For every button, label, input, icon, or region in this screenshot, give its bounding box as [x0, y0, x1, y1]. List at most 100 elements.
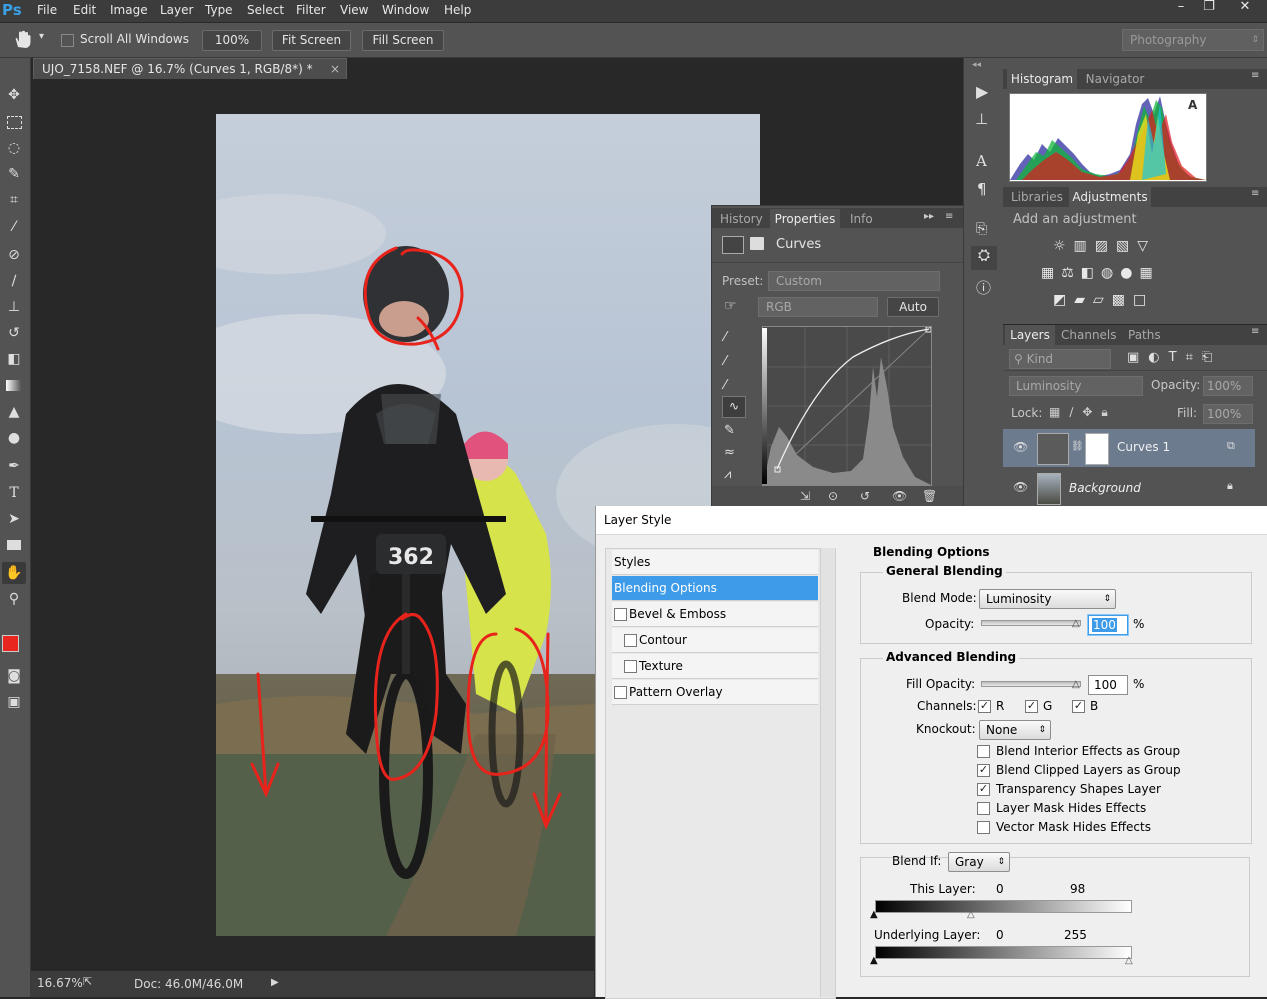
this-layer-gradient-slider[interactable] — [875, 900, 1132, 913]
move-tool-icon[interactable]: ✥ — [2, 84, 26, 106]
zoom-100-button[interactable]: 100% — [202, 30, 262, 51]
actions-icon[interactable]: ▶ — [976, 82, 988, 101]
adjustment-icons-row-3[interactable]: ◩▰▱▩□ — [1053, 292, 1154, 308]
menu-file[interactable]: File — [37, 3, 57, 17]
quick-selection-tool-icon[interactable]: ✎ — [2, 163, 26, 185]
quick-mask-icon[interactable]: ◙ — [2, 665, 26, 687]
clone-stamp-tool-icon[interactable]: ⊥ — [2, 296, 26, 318]
pattern-overlay-checkbox[interactable] — [614, 686, 627, 699]
adjustment-icons-row-1[interactable]: ☼▥▨▧▽ — [1053, 238, 1156, 254]
contour-checkbox[interactable] — [624, 634, 637, 647]
tab-history[interactable]: History — [720, 209, 763, 229]
foreground-color-swatch[interactable] — [2, 635, 19, 652]
lasso-tool-icon[interactable]: ◌ — [2, 137, 26, 159]
eyedropper-tool-icon[interactable]: ⁄ — [2, 216, 26, 238]
opacity-slider-thumb[interactable]: △ — [1072, 618, 1080, 629]
menu-layer[interactable]: Layer — [160, 3, 193, 17]
marquee-tool-icon[interactable] — [2, 111, 26, 133]
styles-list-item-bevel-emboss[interactable]: Bevel & Emboss — [612, 602, 818, 627]
crop-tool-icon[interactable]: ⌗ — [2, 189, 26, 211]
panel-menu-icon[interactable]: ≡ — [1251, 70, 1259, 81]
opacity-input[interactable]: 100 — [1088, 615, 1128, 635]
menu-help[interactable]: Help — [444, 3, 471, 17]
hand-tool-icon[interactable]: ✋ — [2, 562, 26, 584]
layer-name[interactable]: Curves 1 — [1117, 440, 1170, 454]
layer-opacity-input[interactable]: 100% — [1203, 376, 1253, 396]
panel-menu-icon[interactable]: ≡ — [945, 211, 953, 222]
brush-tool-icon[interactable]: ∕ — [2, 270, 26, 292]
channel-r-checkbox[interactable]: ✓ — [978, 700, 991, 713]
tab-navigator[interactable]: Navigator — [1083, 69, 1147, 89]
visibility-eye-icon[interactable]: 👁︎ — [892, 486, 907, 506]
channel-dropdown[interactable]: RGB — [758, 297, 878, 317]
layer-fill-input[interactable]: 100% — [1203, 404, 1253, 424]
info-icon[interactable]: ⓘ — [976, 277, 991, 298]
preset-dropdown[interactable]: Custom — [768, 271, 940, 291]
menu-view[interactable]: View — [340, 3, 368, 17]
zoom-level[interactable]: 16.67% — [37, 973, 83, 993]
layer-name[interactable]: Background — [1069, 481, 1141, 495]
menu-image[interactable]: Image — [110, 3, 148, 17]
paragraph-icon[interactable]: ¶ — [977, 180, 987, 198]
trash-icon[interactable]: 🗑︎ — [922, 486, 937, 506]
layer-comps-icon[interactable]: ⎘ — [976, 221, 987, 237]
gradient-tool-icon[interactable] — [2, 375, 26, 397]
transparency-shapes-checkbox[interactable]: ✓ — [977, 783, 990, 796]
styles-list-item-pattern-overlay[interactable]: Pattern Overlay — [612, 680, 818, 705]
workspace-dropdown[interactable]: Photography ⇕ — [1122, 29, 1264, 51]
curve-point-tool-icon[interactable]: ∿ — [722, 396, 746, 418]
panel-menu-icon[interactable]: ≡ — [1251, 188, 1259, 199]
layer-row-curves[interactable]: 👁︎ ⛓ Curves 1 ⧉ — [1003, 429, 1255, 467]
menu-window[interactable]: Window — [382, 3, 429, 17]
underlying-layer-white-thumb[interactable]: △ — [1125, 955, 1133, 966]
layer-blend-mode-dropdown[interactable]: Luminosity — [1009, 376, 1143, 396]
tab-channels[interactable]: Channels — [1061, 325, 1117, 345]
tab-paths[interactable]: Paths — [1128, 325, 1161, 345]
tool-preset-chevron-icon[interactable]: ▾ — [39, 31, 44, 42]
export-icon[interactable]: ⇱ — [83, 972, 92, 992]
layer-row-background[interactable]: 👁︎ Background 🔒︎ — [1003, 470, 1255, 506]
view-previous-icon[interactable]: ⊙ — [828, 486, 838, 506]
layer-mask-hides-checkbox[interactable] — [977, 802, 990, 815]
pen-tool-icon[interactable]: ✒ — [2, 455, 26, 477]
blend-mode-select[interactable]: Luminosity ⇕ — [979, 589, 1116, 609]
curves-adjustment-icon[interactable] — [722, 236, 744, 254]
rectangle-tool-icon[interactable] — [2, 534, 26, 556]
path-selection-tool-icon[interactable]: ➤ — [2, 508, 26, 530]
menu-edit[interactable]: Edit — [73, 3, 96, 17]
curves-graph[interactable] — [762, 326, 932, 486]
minimize-icon[interactable]: – — [1166, 0, 1196, 16]
blur-tool-icon[interactable]: ▲ — [2, 401, 26, 423]
visibility-eye-icon[interactable]: 👁︎ — [1013, 480, 1028, 494]
fill-opacity-slider-thumb[interactable]: △ — [1072, 679, 1080, 690]
collapse-icon[interactable]: ◂◂ — [972, 60, 981, 70]
styles-list-item-blending-options[interactable]: Blending Options — [612, 576, 818, 601]
history-brush-tool-icon[interactable]: ↺ — [2, 322, 26, 344]
restore-icon[interactable]: ❐ — [1194, 0, 1224, 16]
tab-histogram[interactable]: Histogram — [1007, 69, 1077, 89]
visibility-eye-icon[interactable]: 👁︎ — [1013, 440, 1028, 454]
blend-if-select[interactable]: Gray ⇕ — [948, 852, 1010, 872]
layer-filter-icons[interactable]: ▣◐T⌗⎗ — [1127, 350, 1221, 365]
screen-mode-icon[interactable]: ▣ — [2, 691, 26, 713]
targeted-adjustment-icon[interactable]: ☞ — [724, 298, 737, 314]
close-icon[interactable]: ✕ — [1230, 0, 1260, 16]
panel-menu-icon[interactable]: ≡ — [1251, 326, 1259, 337]
mask-icon[interactable] — [750, 237, 764, 250]
adjustment-icons-row-2[interactable]: ▦⚖◧◍●▦ — [1041, 265, 1160, 281]
underlying-layer-black-thumb[interactable]: ▲ — [870, 955, 878, 966]
status-menu-arrow-icon[interactable]: ▶ — [271, 973, 279, 993]
bevel-emboss-checkbox[interactable] — [614, 608, 627, 621]
zoom-tool-icon[interactable]: ⚲ — [2, 588, 26, 610]
hand-tool-icon[interactable] — [12, 30, 34, 50]
scroll-all-windows-checkbox[interactable] — [61, 34, 74, 47]
auto-button[interactable]: Auto — [887, 297, 939, 317]
type-tool-icon[interactable]: T — [2, 482, 26, 504]
tab-adjustments[interactable]: Adjustments — [1069, 187, 1151, 207]
knockout-select[interactable]: None ⇕ — [979, 720, 1051, 740]
styles-list-item-contour[interactable]: Contour — [612, 628, 818, 653]
healing-brush-tool-icon[interactable]: ⊘ — [2, 244, 26, 266]
curves-tool-icons[interactable]: ⁄ ⁄ ⁄ — [724, 326, 744, 398]
histogram-warning-icon[interactable]: A — [1188, 98, 1197, 112]
tab-properties[interactable]: Properties — [770, 209, 840, 229]
